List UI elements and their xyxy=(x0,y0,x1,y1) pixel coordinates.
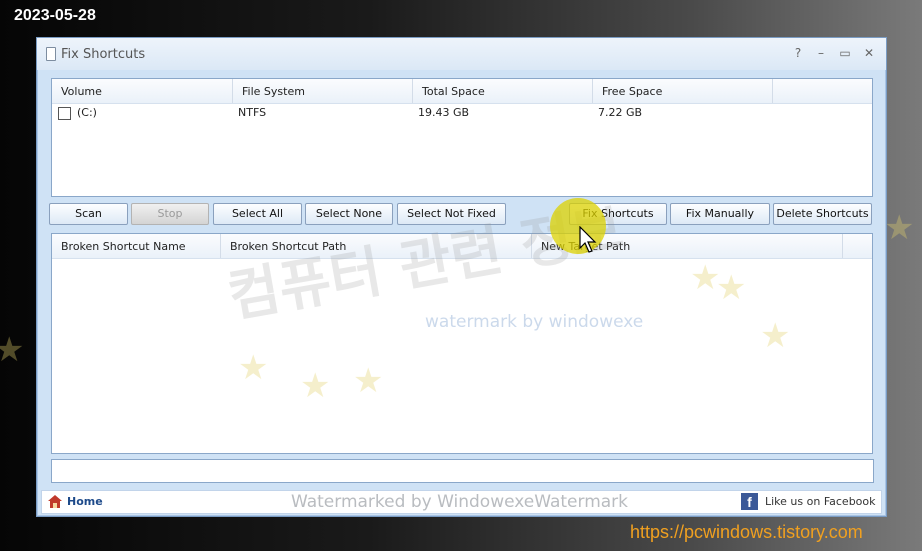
mouse-pointer-icon xyxy=(579,226,597,253)
site-link[interactable]: https://pcwindows.tistory.com xyxy=(630,522,863,543)
help-button[interactable]: ? xyxy=(790,45,806,61)
volume-table-header: Volume File System Total Space Free Spac… xyxy=(52,79,872,104)
column-header-total-space[interactable]: Total Space xyxy=(413,79,593,103)
home-link[interactable]: Home xyxy=(67,495,103,508)
star-decoration: ★ xyxy=(353,361,384,401)
minimize-button[interactable]: – xyxy=(813,45,829,61)
total-space-value: 19.43 GB xyxy=(418,106,470,119)
cursor-highlight xyxy=(550,198,606,254)
window-title: Fix Shortcuts xyxy=(61,47,146,62)
scan-button[interactable]: Scan xyxy=(49,203,128,225)
star-decoration: ★ xyxy=(760,316,791,356)
column-header-volume[interactable]: Volume xyxy=(52,79,233,103)
column-header-free-space[interactable]: Free Space xyxy=(593,79,773,103)
footer-watermark: Watermarked by WindowexeWatermark xyxy=(291,492,629,512)
home-icon xyxy=(48,495,62,508)
facebook-icon[interactable]: f xyxy=(741,493,758,510)
volume-name: (C:) xyxy=(77,106,97,119)
facebook-link[interactable]: Like us on Facebook xyxy=(765,495,876,508)
free-space-value: 7.22 GB xyxy=(598,106,643,119)
star-decoration: ★ xyxy=(716,268,747,308)
column-header-broken-shortcut-name[interactable]: Broken Shortcut Name xyxy=(52,234,221,258)
volume-table: Volume File System Total Space Free Spac… xyxy=(51,78,873,197)
title-bar[interactable]: Fix Shortcuts ? – ▭ ✕ xyxy=(37,38,886,70)
fix-manually-button[interactable]: Fix Manually xyxy=(670,203,770,225)
star-decoration: ★ xyxy=(884,208,915,248)
english-watermark: watermark by windowexe xyxy=(425,312,644,332)
column-header-blank xyxy=(843,234,872,258)
date-stamp: 2023-05-28 xyxy=(14,7,96,24)
star-decoration: ★ xyxy=(238,348,269,388)
delete-shortcuts-button[interactable]: Delete Shortcuts xyxy=(773,203,872,225)
star-decoration: ★ xyxy=(300,366,331,406)
volume-checkbox[interactable] xyxy=(58,107,71,120)
app-icon xyxy=(46,47,56,61)
select-none-button[interactable]: Select None xyxy=(305,203,393,225)
close-button[interactable]: ✕ xyxy=(861,45,877,61)
file-system-value: NTFS xyxy=(238,106,267,119)
star-decoration: ★ xyxy=(0,330,25,370)
stop-button[interactable]: Stop xyxy=(131,203,209,225)
column-header-file-system[interactable]: File System xyxy=(233,79,413,103)
status-box xyxy=(51,459,874,483)
maximize-button[interactable]: ▭ xyxy=(837,45,853,61)
column-header-blank xyxy=(773,79,872,103)
select-all-button[interactable]: Select All xyxy=(213,203,302,225)
